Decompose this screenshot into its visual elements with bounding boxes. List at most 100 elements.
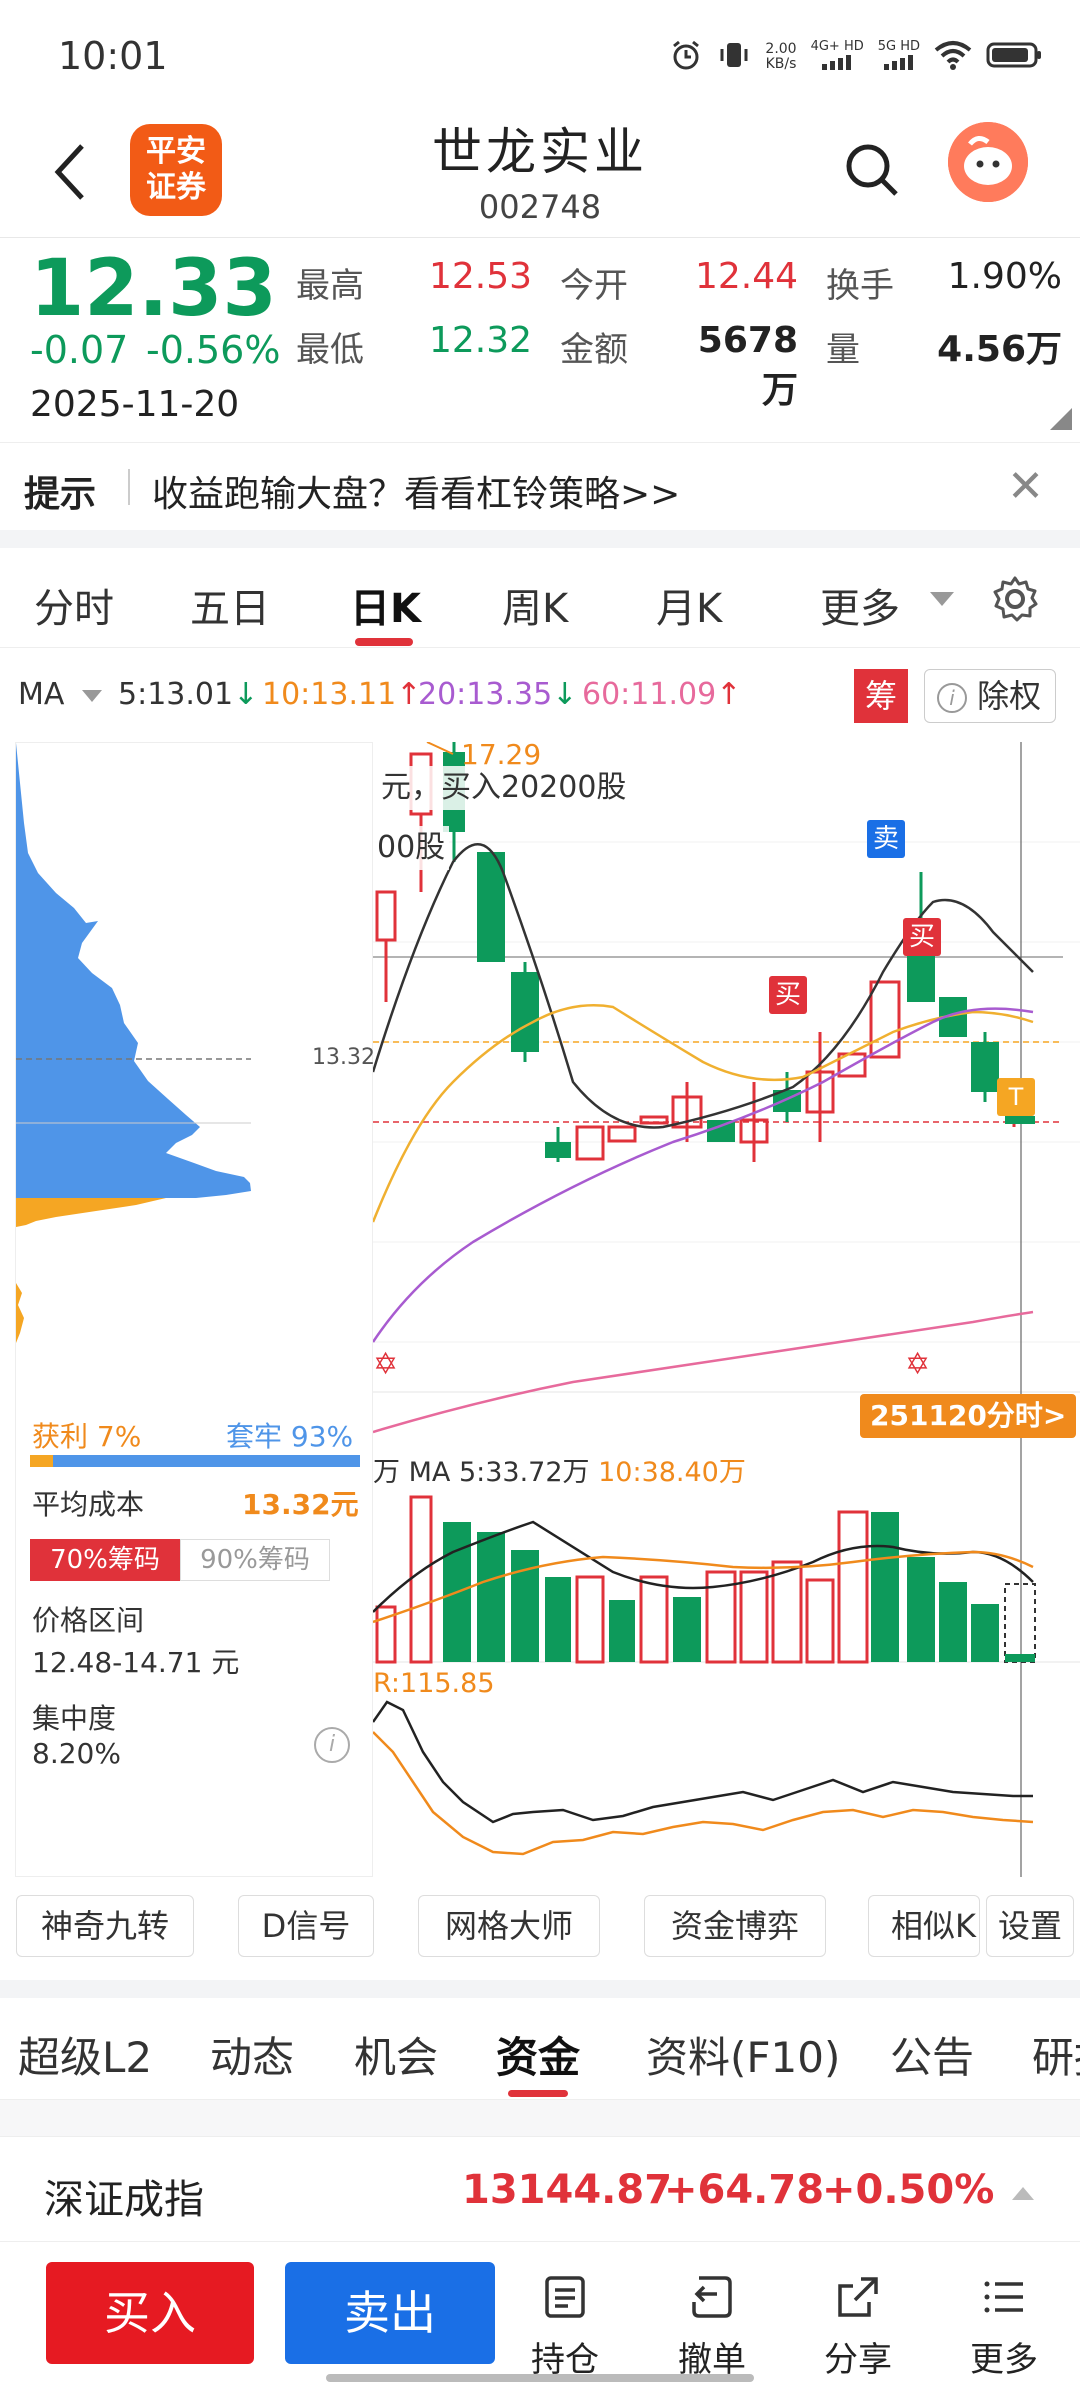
sell-tag[interactable]: 卖 — [867, 820, 905, 858]
tool-fund-game[interactable]: 资金博弈 — [644, 1895, 826, 1957]
tab-chip-90[interactable]: 90%筹码 — [180, 1539, 330, 1581]
index-value: 13144.87 — [462, 2167, 673, 2213]
cancel-order-button[interactable]: 撤单 — [662, 2272, 762, 2381]
broker-logo-line1: 平安 — [146, 134, 206, 169]
tool-grid-master[interactable]: 网格大师 — [418, 1895, 600, 1957]
net-speed: 2.00 KB/s — [765, 42, 796, 72]
close-icon[interactable]: ✕ — [1007, 461, 1044, 512]
active-tab-underline — [508, 2090, 568, 2097]
tab-capital[interactable]: 资金 — [496, 2024, 580, 2085]
tab-chip-70[interactable]: 70%筹码 — [30, 1539, 180, 1581]
buy-button[interactable]: 买入 — [46, 2262, 254, 2364]
divider — [0, 2100, 1080, 2136]
menu-icon — [984, 2281, 1023, 2313]
star-marker: ✡ — [373, 1347, 398, 1382]
price-change-pct: -0.56% — [146, 328, 281, 372]
home-indicator[interactable] — [326, 2374, 754, 2382]
status-time: 10:01 — [58, 34, 168, 78]
buy-tag[interactable]: 买 — [903, 918, 941, 956]
status-icons: 2.00 KB/s 4G+ HD 5G HD — [669, 38, 1044, 76]
tip-bar[interactable]: 提示 收益跑输大盘？看看杠铃策略>> ✕ — [0, 442, 1080, 530]
tab-more[interactable]: 更多 — [820, 576, 900, 634]
assistant-avatar[interactable] — [948, 122, 1028, 202]
turnover-value: 1.90% — [947, 256, 1062, 297]
active-tab-underline — [355, 638, 413, 646]
ma10-text: 10:13.11 — [262, 677, 397, 712]
buy-tag[interactable]: 买 — [769, 976, 807, 1014]
high-label: 最高 — [296, 266, 364, 306]
tool-d-signal[interactable]: D信号 — [238, 1895, 374, 1957]
high-value: 12.53 — [428, 256, 532, 297]
positions-button[interactable]: 持仓 — [515, 2272, 615, 2381]
price-change: -0.07 — [30, 328, 129, 372]
t-tag[interactable]: T — [997, 1078, 1035, 1116]
vibrate-icon — [717, 38, 751, 76]
search-button[interactable] — [842, 140, 902, 200]
tab-opportunity[interactable]: 机会 — [354, 2024, 438, 2085]
more-button[interactable]: 更多 — [954, 2272, 1054, 2381]
tab-announcements[interactable]: 公告 — [890, 2024, 974, 2085]
tool-settings[interactable]: 设置 — [986, 1895, 1074, 1957]
open-value: 12.44 — [694, 256, 798, 297]
tip-label: 提示 — [24, 474, 97, 515]
price-range-label: 价格区间 — [32, 1604, 145, 1637]
wifi-icon — [934, 40, 972, 74]
back-arrow-icon — [54, 144, 84, 200]
net-speed-value: 2.00 — [765, 41, 797, 57]
amount-value: 5678万 — [697, 320, 798, 411]
tab-research[interactable]: 研报 — [1032, 2024, 1080, 2085]
chip-distribution-panel[interactable]: 13.32 获利 7% 套牢 93% 平均成本 13.32元 70%筹码 90%… — [15, 742, 375, 1877]
chevron-down-icon — [81, 689, 102, 702]
volume-ma10: 10:38.40万 — [598, 1457, 746, 1488]
info-icon[interactable]: i — [314, 1727, 350, 1763]
arrow-down-icon: ↓ — [233, 677, 259, 712]
chip-distribution-button[interactable]: 筹 — [854, 669, 908, 723]
ma-label: MA — [18, 677, 65, 712]
sell-button[interactable]: 卖出 — [285, 2262, 495, 2364]
quote-panel[interactable]: 12.33 -0.07 -0.56% 2025-11-20 最高 12.53 今… — [0, 237, 1080, 442]
chip-price-marker: 13.32 — [312, 1045, 375, 1070]
tab-intraday[interactable]: 分时 — [34, 576, 114, 634]
chevron-down-icon[interactable] — [930, 592, 954, 606]
chevron-up-icon[interactable] — [1012, 2187, 1034, 2200]
tab-f10[interactable]: 资料(F10) — [646, 2024, 840, 2085]
volume-bars — [375, 1495, 1036, 1664]
share-button[interactable]: 分享 — [808, 2272, 908, 2381]
tab-super-l2[interactable]: 超级L2 — [18, 2024, 152, 2085]
concentration-value: 8.20% — [32, 1737, 121, 1770]
indicator-label: R:115.85 — [373, 1668, 495, 1699]
index-change-pct: +0.50% — [822, 2167, 995, 2213]
search-icon — [846, 144, 898, 196]
tab-five-day[interactable]: 五日 — [190, 576, 270, 634]
sim1-label: 4G+ HD — [810, 39, 864, 54]
ma60-text: 60:11.09 — [582, 677, 717, 712]
gear-icon[interactable] — [990, 574, 1040, 624]
tab-monthly-k[interactable]: 月K — [656, 576, 722, 634]
ma-selector[interactable]: MA — [18, 677, 102, 712]
tip-text[interactable]: 收益跑输大盘？看看杠铃策略>> — [152, 465, 680, 517]
expand-corner-icon[interactable] — [1050, 408, 1072, 430]
volume-ma-label: 万 MA 5:33.72万 10:38.40万 — [373, 1450, 746, 1489]
kline-chart[interactable]: ✡ ✡ 17.29 元，买入20200股 00股 卖 买 买 T 251120分… — [373, 738, 1080, 1877]
section-tabs: 超级L2 动态 机会 资金 资料(F10) 公告 研报 — [0, 1998, 1080, 2100]
info-icon: i — [937, 683, 967, 713]
ma20-value: 20:13.35↓ — [418, 677, 577, 712]
avg-cost-label: 平均成本 — [32, 1488, 145, 1521]
index-ticker[interactable]: 深证成指 13144.87 +64.78 +0.50% — [0, 2136, 1080, 2242]
tool-similar-k[interactable]: 相似K — [868, 1895, 980, 1957]
tab-news[interactable]: 动态 — [210, 2024, 294, 2085]
ma60-value: 60:11.09↑ — [582, 677, 741, 712]
ex-rights-button[interactable]: i 除权 — [924, 669, 1056, 723]
period-tabs: 分时 五日 日K 周K 月K 更多 — [0, 548, 1080, 648]
broker-logo[interactable]: 平安 证券 — [130, 124, 222, 216]
star-marker: ✡ — [905, 1347, 930, 1382]
back-button[interactable] — [40, 130, 100, 210]
tool-magic-nine[interactable]: 神奇九转 — [16, 1895, 194, 1957]
tab-weekly-k[interactable]: 周K — [502, 576, 568, 634]
intraday-button[interactable]: 251120分时> — [860, 1394, 1077, 1438]
more-label: 更多 — [970, 2340, 1038, 2380]
tool-buttons: 神奇九转 D信号 网格大师 资金博弈 相似K 设置 — [0, 1895, 1080, 1965]
share-label: 分享 — [824, 2340, 892, 2380]
status-bar: 10:01 2.00 KB/s 4G+ HD 5G HD — [0, 0, 1080, 112]
tab-daily-k[interactable]: 日K — [350, 576, 421, 634]
